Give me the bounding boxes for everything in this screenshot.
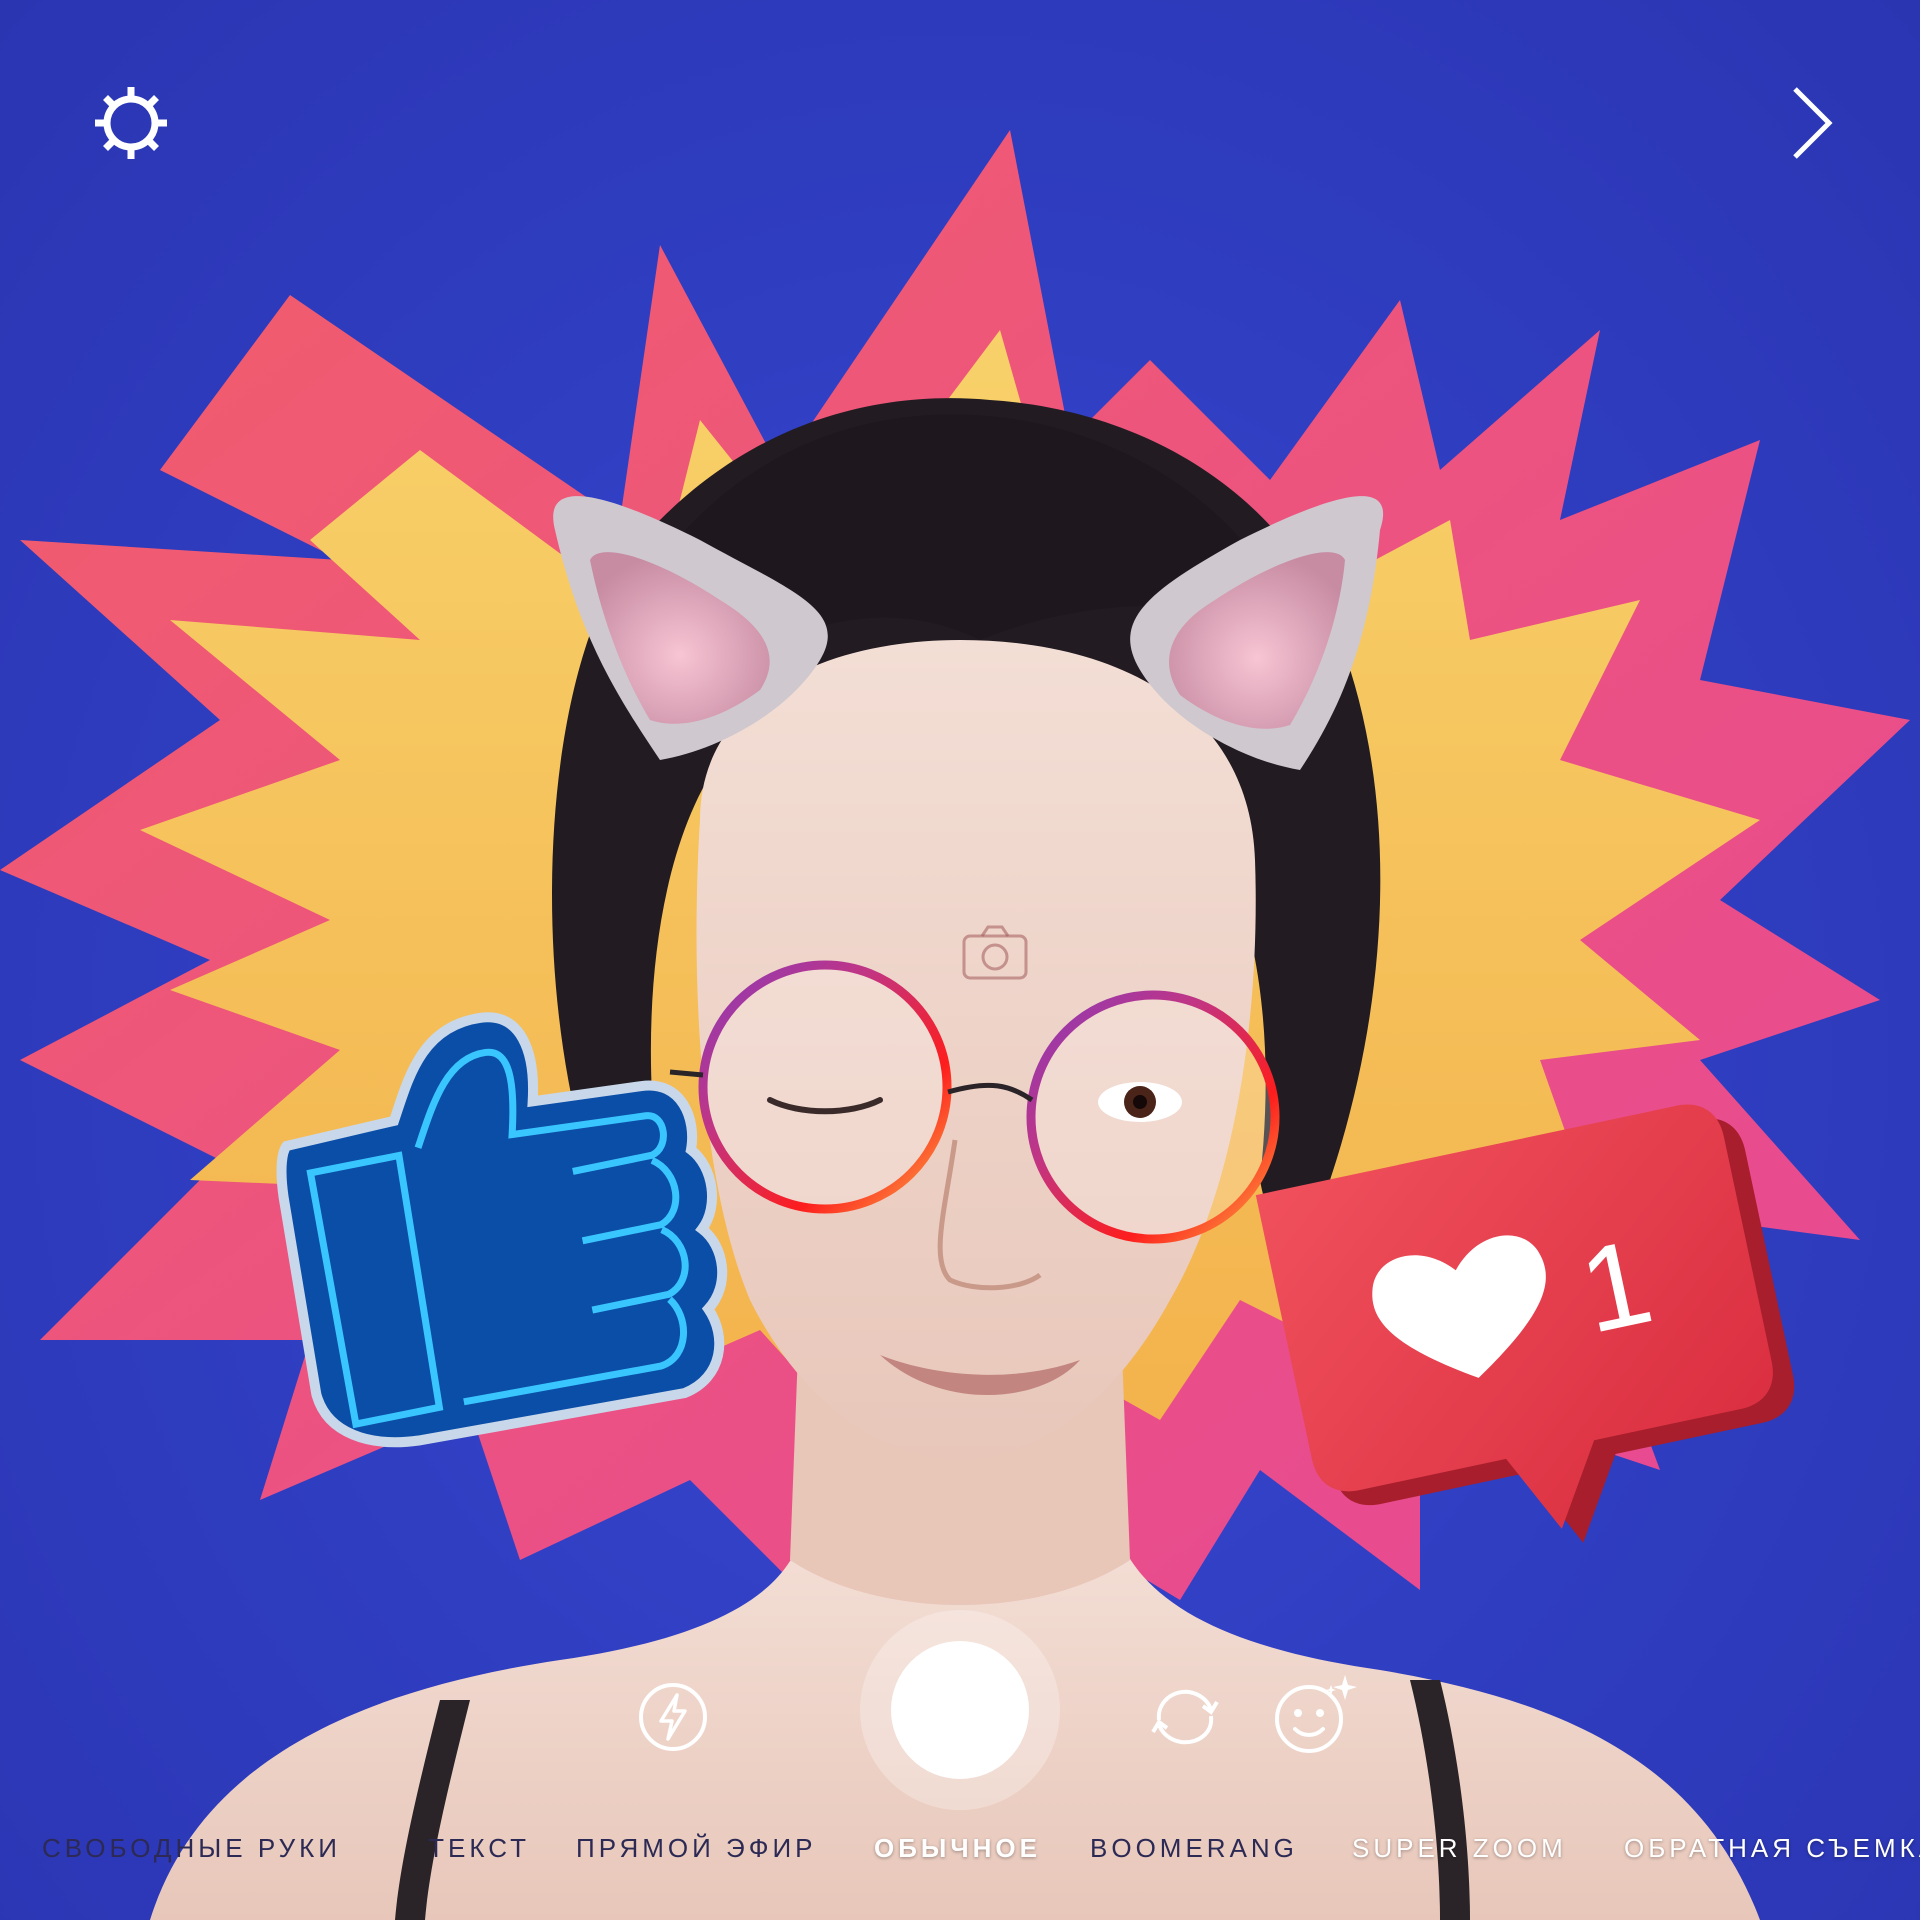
mode-rewind[interactable]: ОБРАТНАЯ СЪЕМКА (1624, 1833, 1920, 1864)
flash-icon (639, 1683, 707, 1751)
face-effects-button[interactable] (1265, 1665, 1365, 1765)
capture-mode-selector: СВОБОДНЫЕ РУКИ ТЕКСТ ПРЯМОЙ ЭФИР ОБЫЧНОЕ… (0, 1833, 1920, 1883)
mode-normal[interactable]: ОБЫЧНОЕ (874, 1833, 1041, 1864)
flip-camera-icon (1151, 1689, 1219, 1745)
flip-camera-button[interactable] (1140, 1672, 1230, 1762)
settings-button[interactable] (76, 68, 186, 178)
mode-hands-free[interactable]: СВОБОДНЫЕ РУКИ (42, 1833, 341, 1864)
next-button[interactable] (1756, 68, 1866, 178)
face-effects-icon (1275, 1675, 1357, 1753)
mode-boomerang[interactable]: BOOMERANG (1090, 1833, 1298, 1864)
mode-super-zoom[interactable]: SUPER ZOOM (1352, 1833, 1567, 1864)
flash-button[interactable] (628, 1672, 718, 1762)
camera-icon (960, 922, 1030, 982)
chevron-right-icon (1793, 87, 1833, 159)
mode-text[interactable]: ТЕКСТ (420, 1833, 530, 1864)
gear-icon (95, 87, 167, 159)
mode-live[interactable]: ПРЯМОЙ ЭФИР (576, 1833, 817, 1864)
shutter-inner[interactable] (891, 1641, 1029, 1779)
shutter-button[interactable] (860, 1610, 1060, 1810)
